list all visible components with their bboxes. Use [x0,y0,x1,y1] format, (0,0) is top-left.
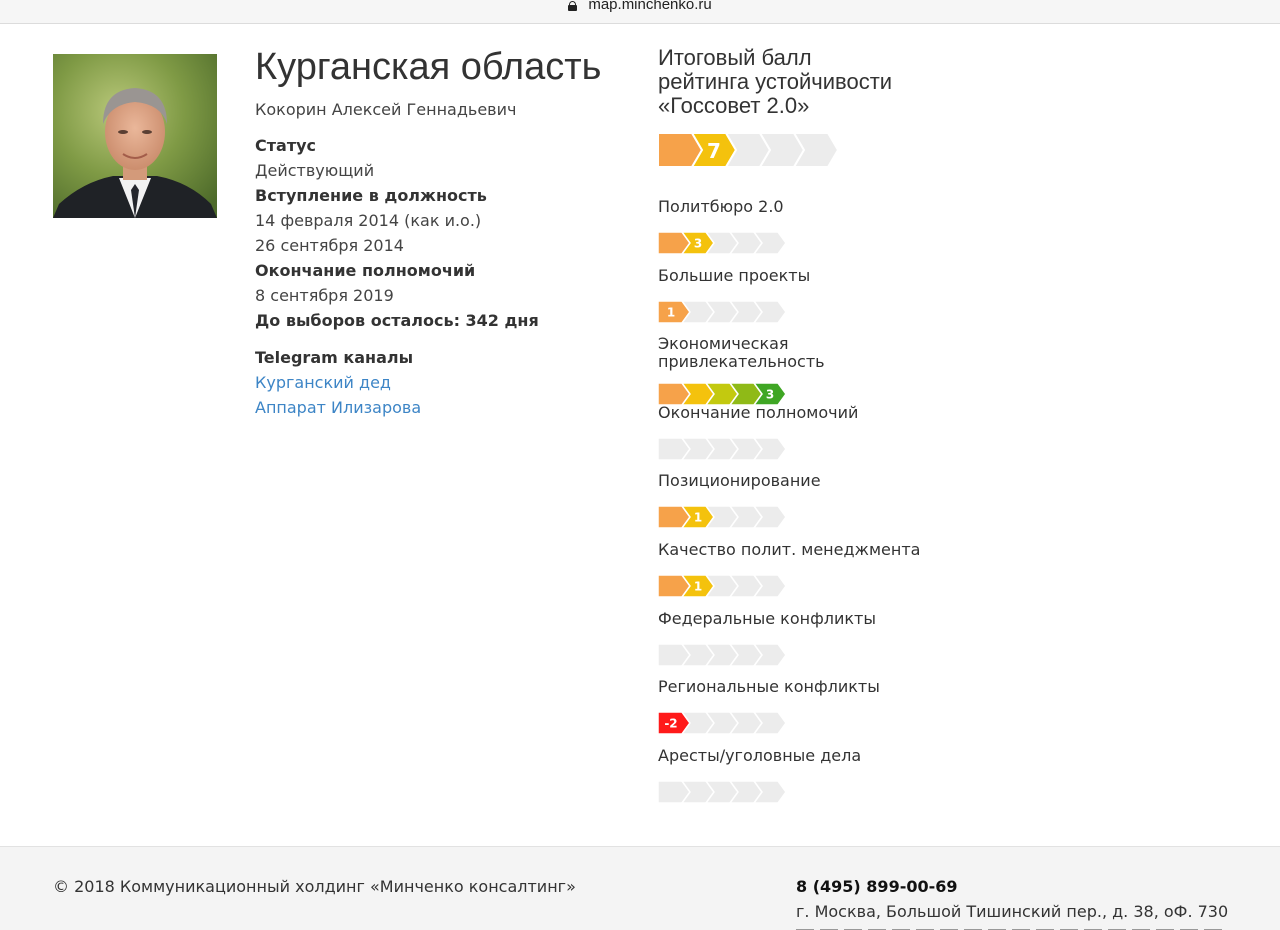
ratings-panel: Итоговый балл рейтинга устойчивости «Гос… [658,46,958,167]
end-value: 8 сентября 2019 [255,286,394,305]
criterion-label: Политбюро 2.0 [658,197,784,216]
criterion-chevrons: -2 [658,712,787,735]
total-score-chevrons: 7 [658,133,958,167]
total-score-value: 7 [707,139,721,163]
criterion-row: Окончание полномочий [658,402,859,460]
criterion-label: Качество полит. менеджмента [658,540,921,559]
criterion-row: Позиционирование 1 [658,471,821,529]
criterion-label: Окончание полномочий [658,402,859,422]
start-value: 26 сентября 2014 [255,236,404,255]
telegram-link-kurgan-ded[interactable]: Курганский дед [255,370,635,395]
criterion-label: Аресты/уголовные дела [658,745,862,765]
criterion-chevrons: 1 [658,506,787,529]
lock-icon [568,0,578,11]
criterion-score: -2 [664,717,677,731]
total-score-title: Итоговый балл рейтинга устойчивости «Гос… [658,46,958,118]
governor-photo [53,54,217,218]
criterion-row: Аресты/уголовные дела [658,745,862,803]
governor-name: Кокорин Алексей Геннадьевич [255,100,517,119]
criterion-label: привлекательность [658,352,825,372]
criterion-chevrons [658,643,787,666]
footer-email-cropped[interactable] [796,926,1226,930]
criterion-chevrons: 3 [658,383,787,406]
criterion-chevrons: 1 [658,575,787,597]
criterion-row: Качество полит. менеджмента 1 [658,541,920,597]
start-label: Вступление в должность [255,186,487,205]
total-title-line: «Госсовет 2.0» [658,93,810,118]
total-title-line: Итоговый балл [658,45,812,70]
criterion-score: 1 [694,580,702,594]
elections-countdown: До выборов осталось: 342 дня [255,311,539,330]
criterion-label: Федеральные конфликты [658,608,876,628]
criterion-chevrons: 1 [658,300,787,323]
start-value-acting: 14 февраля 2014 (как и.о.) [255,211,482,230]
telegram-link-apparat[interactable]: Аппарат Илизарова [255,395,635,420]
criterion-chevrons [658,780,787,803]
criterion-chevrons: 3 [658,232,787,254]
browser-url-bar[interactable]: map.minchenko.ru [0,0,1280,24]
criterion-label: Региональные конфликты [658,677,880,697]
status-label: Статус [255,136,316,155]
criterion-row: Региональные конфликты -2 [658,677,880,735]
criterion-row: Федеральные конфликты [658,608,876,666]
page-title: Курганская область [255,46,602,88]
copyright: © 2018 Коммуникационный холдинг «Минченк… [53,877,576,896]
status-value: Действующий [255,161,375,180]
region-info: Курганская область Кокорин Алексей Генна… [255,44,635,420]
criterion-label: Экономическая [658,334,789,354]
footer: © 2018 Коммуникационный холдинг «Минченк… [0,846,1280,930]
criterion-row: Политбюро 2.0 3 [658,198,798,254]
criterion-label: Позиционирование [658,471,821,491]
criterion-score: 1 [667,305,675,319]
total-title-line: рейтинга устойчивости [658,69,893,94]
criterion-label: Большие проекты [658,265,811,285]
end-label: Окончание полномочий [255,261,476,280]
telegram-label: Telegram каналы [255,348,414,367]
url-text: map.minchenko.ru [588,0,712,13]
criterion-score: 3 [766,388,774,402]
criterion-score: 3 [694,237,702,251]
total-score-bar: 7 [658,133,840,167]
criterion-chevrons [658,437,787,460]
criterion-row: Экономическая привлекательность 3 [658,334,825,406]
phone-number[interactable]: 8 (495) 899-00-69 [796,877,958,896]
address: г. Москва, Большой Тишинский пер., д. 38… [796,902,1229,921]
criterion-score: 1 [694,511,702,525]
criterion-row: Большие проекты 1 [658,265,811,323]
